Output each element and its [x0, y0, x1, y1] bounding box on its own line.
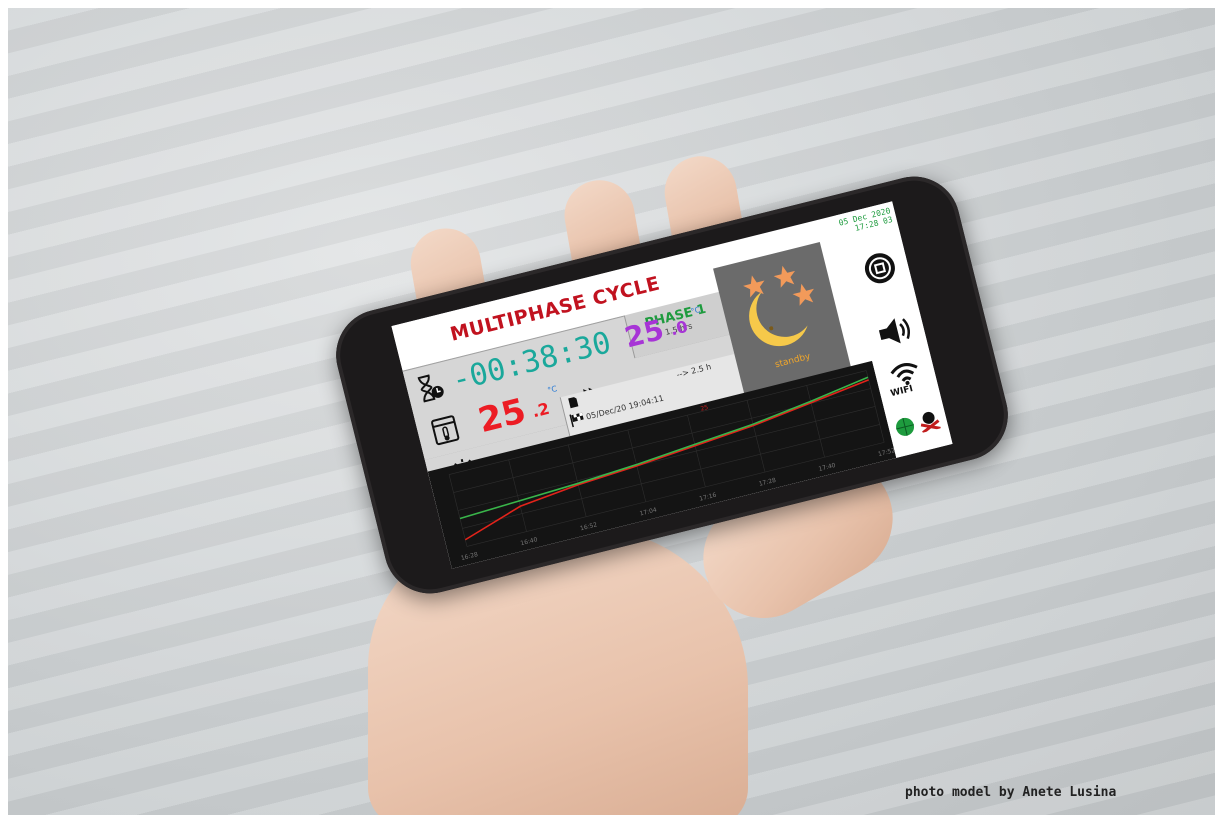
- speaker-icon[interactable]: [875, 312, 917, 350]
- hourglass-icon: [417, 374, 444, 403]
- sd-card-icon: [568, 397, 579, 409]
- oven-thermometer-icon: [431, 415, 460, 446]
- chart-x-tick-label: 17:40: [818, 462, 837, 473]
- current-temp-int: 25: [474, 390, 530, 442]
- date-time: 05 Dec 2020 17:28 03: [802, 206, 894, 245]
- chart-x-tick-label: 17:16: [699, 492, 718, 503]
- wifi-icon[interactable]: [888, 358, 923, 389]
- photo-credit: photo model by Anete Lusina: [905, 785, 1117, 800]
- chart-x-tick-label: 17:28: [758, 477, 777, 488]
- chart-x-tick-label: 16:28: [460, 551, 479, 562]
- current-temp-unit: °C: [546, 384, 559, 396]
- stop-button[interactable]: [861, 249, 900, 288]
- finish-flag-icon: [569, 412, 584, 428]
- current-temp-dec: .2: [530, 398, 552, 422]
- pirate-icon[interactable]: [916, 407, 943, 434]
- chart-x-tick-label: 16:40: [520, 536, 539, 547]
- chart-x-tick-label: 17:04: [639, 506, 658, 517]
- chart-x-tick-label: 16:52: [579, 521, 598, 532]
- globe-icon[interactable]: [893, 415, 917, 439]
- moon-stars-icon: [743, 265, 814, 347]
